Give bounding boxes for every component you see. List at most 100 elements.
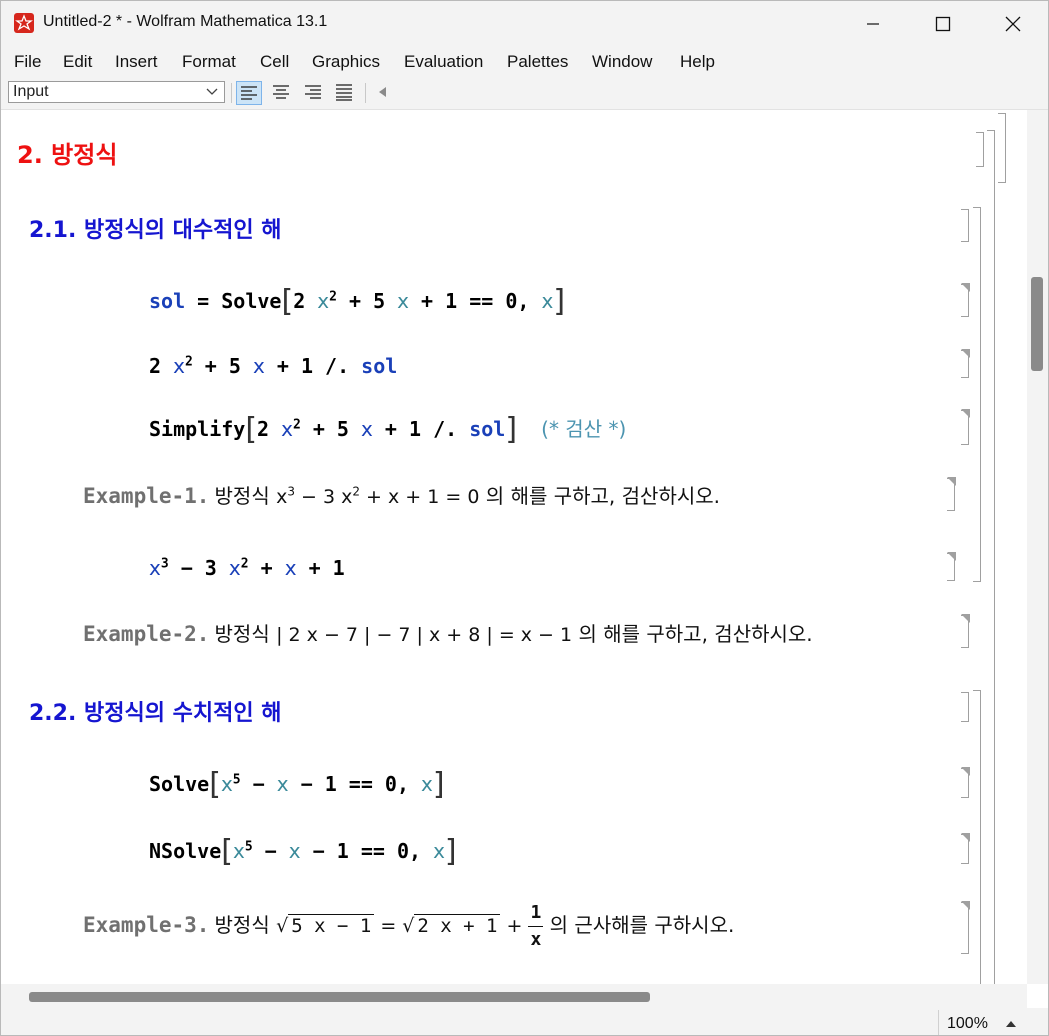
close-bracket: ] (505, 412, 518, 447)
cell-bracket[interactable] (961, 409, 970, 445)
align-center-icon (273, 85, 289, 99)
maximize-button[interactable] (908, 1, 978, 47)
menu-edit[interactable]: Edit (63, 52, 92, 72)
vertical-scroll-thumb[interactable] (1031, 277, 1043, 371)
code-text: + 1 == 0, (409, 289, 542, 313)
exponent: 5 (232, 772, 241, 788)
open-bracket: [ (221, 834, 233, 869)
cell-bracket[interactable] (947, 477, 956, 511)
example-3-equation: √ 5 x − 1 = √ 2 x + 1 + 1x (276, 902, 544, 950)
menu-file[interactable]: File (14, 52, 41, 72)
symbol-sol: sol (149, 289, 186, 313)
code-text: 2 (293, 289, 318, 313)
cell-bracket[interactable] (961, 833, 970, 864)
cell-bracket[interactable] (961, 692, 969, 722)
cell-bracket[interactable] (961, 614, 970, 648)
zoom-level: 100% (947, 1015, 988, 1032)
menu-cell[interactable]: Cell (260, 52, 289, 72)
menu-palettes[interactable]: Palettes (507, 52, 568, 72)
menu-format[interactable]: Format (182, 52, 236, 72)
code-text: − 1 == 0, (288, 772, 422, 796)
input-cell-solve[interactable]: sol = Solve[2 x2 + 5 x + 1 == 0, x] (149, 284, 565, 319)
close-icon (1005, 16, 1021, 32)
align-left-button[interactable] (236, 81, 262, 105)
subsection-title-algebraic[interactable]: 2.1. 방정식의 대수적인 해 (29, 212, 281, 244)
menu-graphics[interactable]: Graphics (312, 52, 380, 72)
example-text: 방정식 (214, 484, 277, 508)
code-text: + 5 (300, 417, 362, 441)
numerator: 1 (528, 900, 544, 927)
function-solve: Solve (221, 289, 282, 313)
cell-bracket[interactable] (961, 349, 970, 378)
close-button[interactable] (978, 1, 1048, 47)
horizontal-scroll-thumb[interactable] (29, 992, 650, 1002)
open-bracket: [ (245, 412, 258, 447)
example-1-cell[interactable]: Example-1. 방정식 x3 − 3 x2 + x + 1 = 0 의 해… (83, 480, 720, 509)
symbol-sol: sol (361, 354, 398, 378)
math-x: x (388, 486, 400, 508)
notebook-content[interactable]: 2. 방정식 2.1. 방정식의 대수적인 해 sol = Solve[2 x2… (1, 110, 1027, 984)
denominator: x (530, 929, 542, 950)
cell-bracket[interactable] (961, 901, 970, 954)
example-2-equation: | 2 x − 7 | − 7 | x + 8 | = x − 1 (276, 624, 573, 646)
code-text: + (248, 556, 285, 580)
example-label: Example-3. (83, 913, 210, 937)
code-text: − (252, 839, 289, 863)
subsection-title-numerical[interactable]: 2.2. 방정식의 수치적인 해 (29, 695, 281, 727)
justify-button[interactable] (332, 81, 358, 105)
function-nsolve: NSolve (149, 839, 222, 863)
chevron-down-icon (206, 88, 218, 95)
example-3-cell[interactable]: Example-3. 방정식 √ 5 x − 1 = √ 2 x + 1 + 1x … (83, 900, 734, 953)
code-text: + 5 (192, 354, 253, 378)
align-right-button[interactable] (301, 81, 327, 105)
input-cell-nsolve[interactable]: NSolve[x5 − x − 1 == 0, x] (149, 834, 457, 869)
comment-verify: (* 검산 *) (541, 417, 627, 441)
vertical-scrollbar[interactable] (1027, 110, 1048, 984)
input-cell-polynomial[interactable]: x3 − 3 x2 + x + 1 (149, 556, 345, 580)
group-bracket[interactable] (987, 130, 995, 984)
align-center-button[interactable] (269, 81, 295, 105)
horizontal-scrollbar[interactable] (1, 984, 1027, 1008)
menu-help[interactable]: Help (680, 52, 715, 72)
group-bracket[interactable] (973, 690, 981, 984)
function-solve: Solve (149, 772, 210, 796)
cell-bracket[interactable] (961, 283, 970, 317)
close-bracket: ] (553, 284, 566, 319)
math-x: x (276, 486, 288, 508)
cell-bracket[interactable] (961, 209, 969, 242)
variable-x: x (220, 772, 233, 796)
input-cell-substitute[interactable]: 2 x2 + 5 x + 1 /. sol (149, 354, 397, 378)
menu-evaluation[interactable]: Evaluation (404, 52, 483, 72)
zoom-control[interactable]: 100% (938, 1010, 1048, 1035)
code-text: + 1 /. (264, 354, 362, 378)
variable-x: x (397, 289, 410, 313)
cell-bracket[interactable] (947, 552, 956, 581)
variable-x: x (541, 289, 554, 313)
cell-bracket[interactable] (976, 132, 984, 167)
menu-window[interactable]: Window (592, 52, 652, 72)
input-cell-solve-quintic[interactable]: Solve[x5 − x − 1 == 0, x] (149, 767, 445, 802)
section-title[interactable]: 2. 방정식 (17, 135, 117, 170)
toolbar-scroll-left-button[interactable] (373, 81, 399, 105)
group-bracket[interactable] (973, 207, 981, 582)
code-text: + 5 (336, 289, 398, 313)
variable-x: x (433, 839, 445, 863)
cell-style-select[interactable]: Input (8, 81, 225, 103)
sqrt-2: √ 2 x + 1 (402, 914, 501, 937)
input-cell-simplify[interactable]: Simplify[2 x2 + 5 x + 1 /. sol] (* 검산 *) (149, 412, 626, 447)
menu-insert[interactable]: Insert (115, 52, 158, 72)
close-bracket: ] (432, 767, 445, 802)
variable-x: x (288, 839, 301, 863)
group-bracket[interactable] (998, 113, 1006, 183)
minimize-button[interactable] (838, 1, 908, 47)
code-text: − 3 (168, 556, 229, 580)
example-text: 의 해를 구하고, 검산하시오. (572, 622, 813, 646)
cell-style-value: Input (13, 83, 49, 100)
example-2-cell[interactable]: Example-2. 방정식 | 2 x − 7 | − 7 | x + 8 |… (83, 618, 813, 647)
close-bracket: ] (444, 834, 457, 869)
code-text: = (185, 289, 222, 313)
example-1-equation: x3 − 3 x2 + x + 1 = 0 (276, 485, 479, 508)
cell-bracket[interactable] (961, 767, 970, 798)
menu-bar: File Edit Insert Format Cell Graphics Ev… (1, 47, 1048, 77)
mathematica-logo-icon (14, 13, 34, 33)
